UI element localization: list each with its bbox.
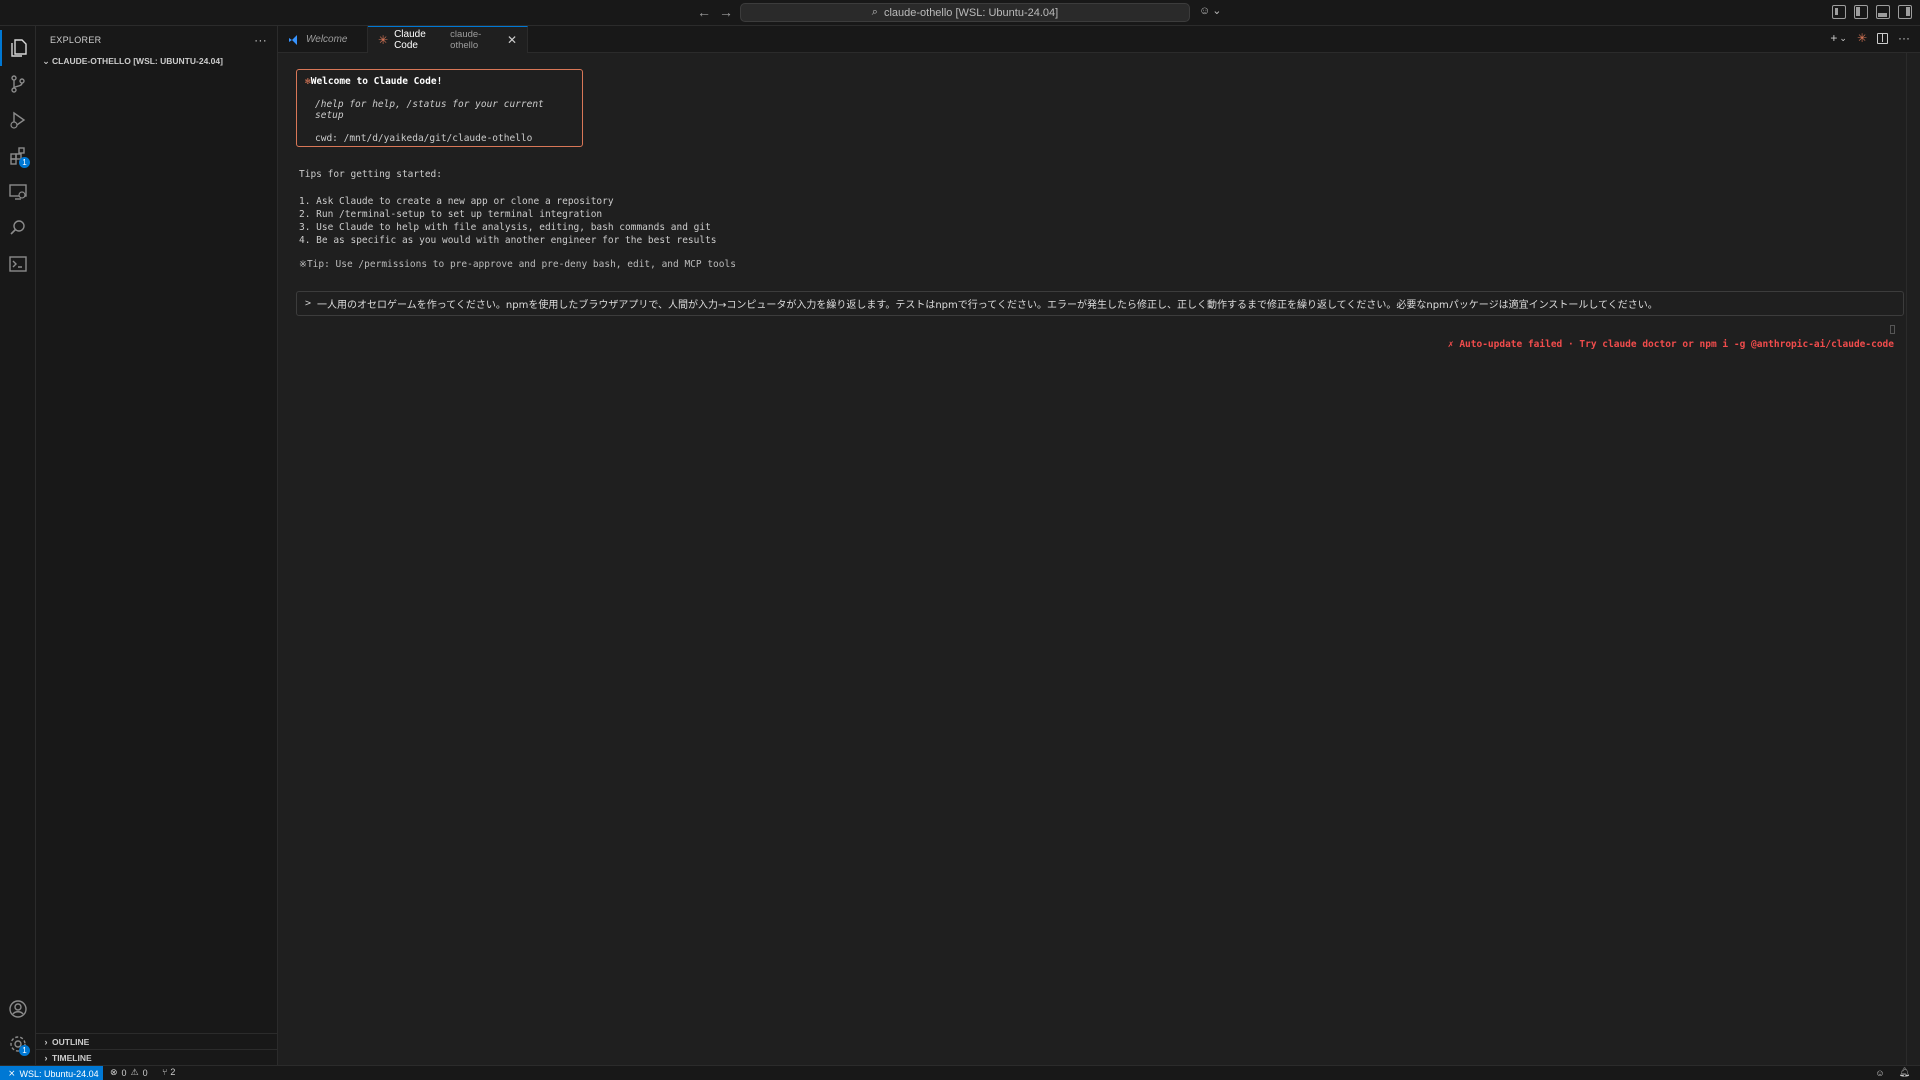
copilot-icon: ☺ — [1199, 4, 1211, 17]
command-center-label: claude-othello [WSL: Ubuntu-24.04] — [883, 6, 1059, 19]
tab-claude-code[interactable]: ✳ Claude Code claude-othello ✕ — [368, 26, 528, 53]
extensions-badge: 1 — [19, 157, 30, 168]
account-icon — [9, 1000, 27, 1018]
status-right: ☺ 🔔︎ — [1875, 1067, 1910, 1078]
chevron-down-icon: ⌄ — [42, 55, 50, 66]
activity-terminal[interactable] — [0, 246, 36, 282]
source-control-icon — [11, 75, 25, 93]
remote-indicator[interactable]: ⨯ WSL: Ubuntu-24.04 — [0, 1066, 103, 1080]
warning-count: 0 — [142, 1067, 148, 1078]
customize-layout-icon[interactable] — [1832, 5, 1846, 19]
chevron-right-icon: › — [44, 1052, 48, 1063]
tab-welcome-label: Welcome — [306, 34, 348, 45]
explorer-more-button[interactable]: ··· — [254, 33, 267, 47]
workspace-folder-label: CLAUDE-OTHELLO [WSL: UBUNTU-24.04] — [52, 56, 223, 66]
search-icon: ⌕ — [871, 6, 878, 18]
warning-icon: ⚠ — [130, 1067, 139, 1077]
activity-search[interactable] — [0, 210, 36, 246]
run-debug-icon — [10, 111, 26, 129]
welcome-cwd: cwd: /mnt/d/yaikeda/git/claude-othello — [315, 133, 533, 144]
arrow-right-icon[interactable]: → — [718, 4, 734, 20]
copilot-menu[interactable]: ☺ ⌄ — [1199, 4, 1222, 18]
bell-icon[interactable]: 🔔︎ — [1899, 1067, 1910, 1078]
close-icon[interactable]: ✕ — [507, 33, 517, 47]
editor-actions: + ⌄ ✳ ··· — [1830, 31, 1910, 45]
arrow-left-icon[interactable]: ← — [696, 4, 712, 20]
activity-manage[interactable]: 1 — [0, 1026, 36, 1062]
workspace-folder[interactable]: ⌄ CLAUDE-OTHELLO [WSL: UBUNTU-24.04] — [36, 53, 277, 69]
status-bar: ⨯ WSL: Ubuntu-24.04 ⊗ 0 ⚠ 0 ⑂ 2 ☺ 🔔︎ — [0, 1065, 1920, 1080]
tips-title: Tips for getting started: — [299, 169, 442, 180]
files-icon — [11, 39, 27, 57]
activity-accounts[interactable] — [0, 991, 36, 1027]
ports-icon: ⑂ — [162, 1067, 168, 1077]
list-item: 1. Ask Claude to create a new app or clo… — [299, 196, 614, 207]
navigation-arrows: ← → — [696, 4, 734, 20]
tab-welcome[interactable]: Welcome — [278, 26, 368, 53]
error-count: 0 — [121, 1067, 127, 1078]
chevron-down-icon: ⌄ — [1212, 5, 1222, 17]
error-icon: ⊗ — [110, 1067, 118, 1077]
terminal-icon — [9, 256, 27, 272]
problems-indicator[interactable]: ⊗ 0 ⚠ 0 — [110, 1067, 148, 1078]
tab-claude-sublabel: claude-othello — [450, 29, 482, 51]
toggle-primary-sidebar-icon[interactable] — [1854, 5, 1868, 19]
activity-source-control[interactable] — [0, 66, 36, 102]
more-actions-button[interactable]: ··· — [1898, 31, 1910, 45]
search-icon — [10, 220, 25, 235]
remote-explorer-icon — [9, 184, 27, 200]
claude-icon: ✳ — [378, 33, 389, 47]
tab-claude-label: Claude Code — [394, 29, 426, 51]
scrollbar[interactable] — [1906, 53, 1920, 1065]
new-terminal-button[interactable]: + — [1830, 31, 1837, 45]
outline-label: OUTLINE — [52, 1036, 90, 1047]
editor-tabs: Welcome ✳ Claude Code claude-othello ✕ +… — [278, 26, 1920, 53]
auto-update-error: ✗ Auto-update failed · Try claude doctor… — [1447, 339, 1894, 350]
prompt-input[interactable]: > 一人用のオセロゲームを作ってください。npmを使用したブラウザアプリで、人間… — [296, 291, 1904, 316]
permissions-tip: ※Tip: Use /permissions to pre-approve an… — [299, 259, 736, 270]
welcome-title: Welcome to Claude Code! — [310, 76, 443, 87]
welcome-box: ✻Welcome to Claude Code! /help for help,… — [296, 69, 583, 147]
activity-extensions[interactable]: 1 — [0, 138, 36, 174]
command-center[interactable]: ⌕ claude-othello [WSL: Ubuntu-24.04] — [740, 3, 1190, 22]
list-item: 4. Be as specific as you would with anot… — [299, 235, 717, 246]
sidebar-bottom-sections: › OUTLINE › TIMELINE — [36, 1033, 278, 1065]
split-editor-icon[interactable] — [1877, 32, 1888, 44]
explorer-title: EXPLORER — [50, 34, 102, 45]
prompt-text: 一人用のオセロゲームを作ってください。npmを使用したブラウザアプリで、人間が入… — [317, 300, 1658, 311]
prompt-caret: > — [305, 298, 312, 309]
timeline-label: TIMELINE — [52, 1052, 92, 1063]
copilot-icon[interactable]: ☺ — [1875, 1068, 1884, 1078]
explorer-sidebar: EXPLORER ··· ⌄ CLAUDE-OTHELLO [WSL: UBUN… — [36, 26, 278, 1065]
remote-label: WSL: Ubuntu-24.04 — [19, 1068, 99, 1079]
welcome-title-row: ✻Welcome to Claude Code! — [305, 76, 574, 87]
explorer-header: EXPLORER ··· — [36, 26, 277, 53]
layout-controls — [1832, 5, 1912, 19]
claude-icon[interactable]: ✳ — [1857, 31, 1867, 45]
title-bar: ← → ⌕ claude-othello [WSL: Ubuntu-24.04]… — [0, 0, 1920, 26]
timeline-section[interactable]: › TIMELINE — [36, 1049, 278, 1065]
toggle-panel-icon[interactable] — [1876, 5, 1890, 19]
activity-bar: 1 1 — [0, 26, 36, 1065]
activity-explorer[interactable] — [0, 30, 36, 66]
list-item: 3. Use Claude to help with file analysis… — [299, 222, 711, 233]
remote-icon: ⨯ — [8, 1068, 16, 1078]
outline-section[interactable]: › OUTLINE — [36, 1033, 278, 1049]
chevron-down-icon[interactable]: ⌄ — [1839, 33, 1847, 44]
activity-run-debug[interactable] — [0, 102, 36, 138]
activity-remote-explorer[interactable] — [0, 174, 36, 210]
claude-code-terminal[interactable]: ✻Welcome to Claude Code! /help for help,… — [278, 53, 1920, 1065]
welcome-help: /help for help, /status for your current… — [315, 99, 544, 121]
chevron-right-icon: › — [44, 1036, 48, 1047]
vscode-icon — [289, 34, 297, 45]
manage-badge: 1 — [19, 1045, 30, 1056]
ports-indicator[interactable]: ⑂ 2 — [162, 1067, 175, 1077]
toggle-secondary-sidebar-icon[interactable] — [1898, 5, 1912, 19]
tips-list: 1. Ask Claude to create a new app or clo… — [299, 195, 717, 247]
list-item: 2. Run /terminal-setup to set up termina… — [299, 209, 603, 220]
cursor-indicator — [1890, 325, 1895, 334]
ports-count: 2 — [170, 1067, 176, 1077]
